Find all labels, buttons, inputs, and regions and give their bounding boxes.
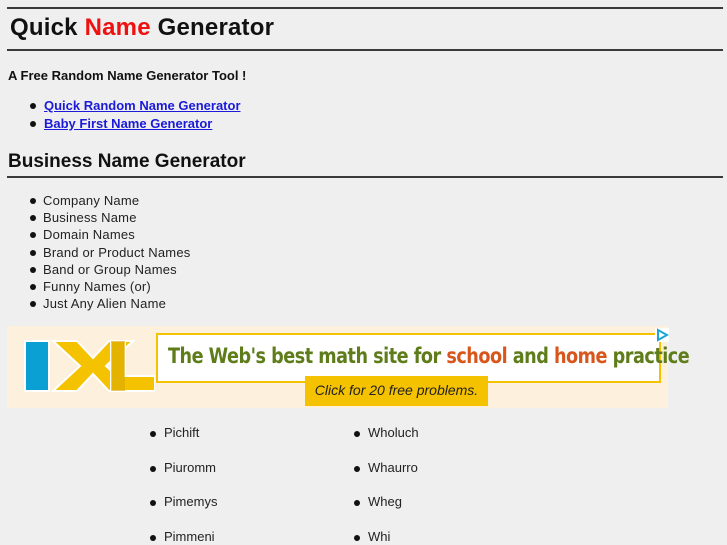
- bullet-icon: [30, 198, 36, 204]
- bullet-icon: [30, 103, 36, 109]
- list-item: Brand or Product Names: [0, 244, 190, 261]
- title-part-1: Quick: [10, 14, 78, 41]
- generator-links: Quick Random Name Generator Baby First N…: [0, 97, 241, 133]
- generated-name: Pimemys: [164, 494, 218, 509]
- name-item: Pichift: [150, 425, 199, 440]
- list-item-label: Brand or Product Names: [43, 244, 191, 260]
- generated-name: Whi: [368, 529, 391, 544]
- site-title: Quick Name Generator: [10, 14, 274, 42]
- bullet-icon: [354, 535, 360, 541]
- list-item: Just Any Alien Name: [0, 295, 190, 312]
- ad-headline-home: home: [554, 344, 608, 368]
- title-part-2: Generator: [157, 14, 275, 41]
- list-item-label: Domain Names: [43, 227, 135, 243]
- quick-random-name-link[interactable]: Quick Random Name Generator: [44, 98, 241, 113]
- generated-name: Whaurro: [368, 460, 418, 475]
- list-item-label: Just Any Alien Name: [43, 296, 167, 312]
- adchoices-triangle-icon[interactable]: [655, 328, 669, 342]
- bullet-icon: [150, 431, 156, 437]
- title-accent: Name: [84, 14, 151, 41]
- list-item: Funny Names (or): [0, 278, 190, 295]
- section-divider: [7, 176, 723, 178]
- bullet-icon: [30, 215, 36, 222]
- top-divider: [7, 7, 723, 9]
- name-item: Pimemys: [150, 494, 217, 509]
- generated-name: Wheg: [368, 494, 402, 509]
- list-item-label: Company Name: [43, 193, 140, 208]
- name-item: Wholuch: [354, 425, 419, 440]
- ixl-logo-icon: [15, 338, 155, 396]
- bullet-icon: [354, 500, 360, 506]
- list-item-label: Business Name: [43, 210, 137, 226]
- name-item: Wheg: [354, 494, 402, 509]
- bullet-icon: [30, 266, 36, 273]
- bullet-icon: [354, 431, 360, 437]
- list-item: Band or Group Names: [0, 261, 190, 278]
- title-divider: [7, 49, 723, 51]
- bullet-icon: [30, 249, 36, 256]
- ixl-advertisement[interactable]: The Web's best math site for school and …: [7, 326, 690, 408]
- generated-name: Pimmeni: [164, 529, 215, 544]
- ad-headline-school: school: [446, 344, 508, 368]
- bullet-icon: [150, 535, 156, 541]
- ad-cta-button[interactable]: Click for 20 free problems.: [305, 376, 488, 406]
- name-item: Whi: [354, 529, 390, 544]
- bullet-icon: [30, 232, 36, 239]
- list-item: Company Name: [0, 192, 190, 209]
- generated-name: Wholuch: [368, 425, 419, 440]
- name-item: Whaurro: [354, 460, 418, 475]
- tagline: A Free Random Name Generator Tool !: [8, 68, 247, 83]
- ad-headline: The Web's best math site for school and …: [168, 344, 690, 368]
- link-item: Baby First Name Generator: [0, 115, 241, 133]
- ad-headline-and: and: [512, 344, 549, 368]
- business-section-title: Business Name Generator: [8, 151, 246, 172]
- name-item: Pimmeni: [150, 529, 215, 544]
- list-item: Domain Names: [0, 226, 190, 243]
- ad-headline-text: The Web's best math site for: [168, 344, 441, 368]
- ad-headline-practice: practice: [612, 344, 690, 368]
- bullet-icon: [150, 466, 156, 472]
- bullet-icon: [30, 283, 36, 290]
- bullet-icon: [30, 301, 36, 308]
- generated-name: Pichift: [164, 425, 200, 440]
- list-item-label: Funny Names (or): [43, 278, 151, 294]
- list-item: Business Name: [0, 209, 190, 226]
- list-item-label: Band or Group Names: [43, 261, 177, 277]
- name-item: Piuromm: [150, 460, 216, 475]
- generated-name: Piuromm: [164, 460, 217, 475]
- bullet-icon: [150, 500, 156, 506]
- bullet-icon: [30, 121, 36, 127]
- baby-first-name-link[interactable]: Baby First Name Generator: [44, 116, 212, 131]
- business-name-list: Company Name Business Name Domain Names …: [0, 192, 190, 312]
- link-item: Quick Random Name Generator: [0, 97, 241, 115]
- bullet-icon: [354, 466, 360, 472]
